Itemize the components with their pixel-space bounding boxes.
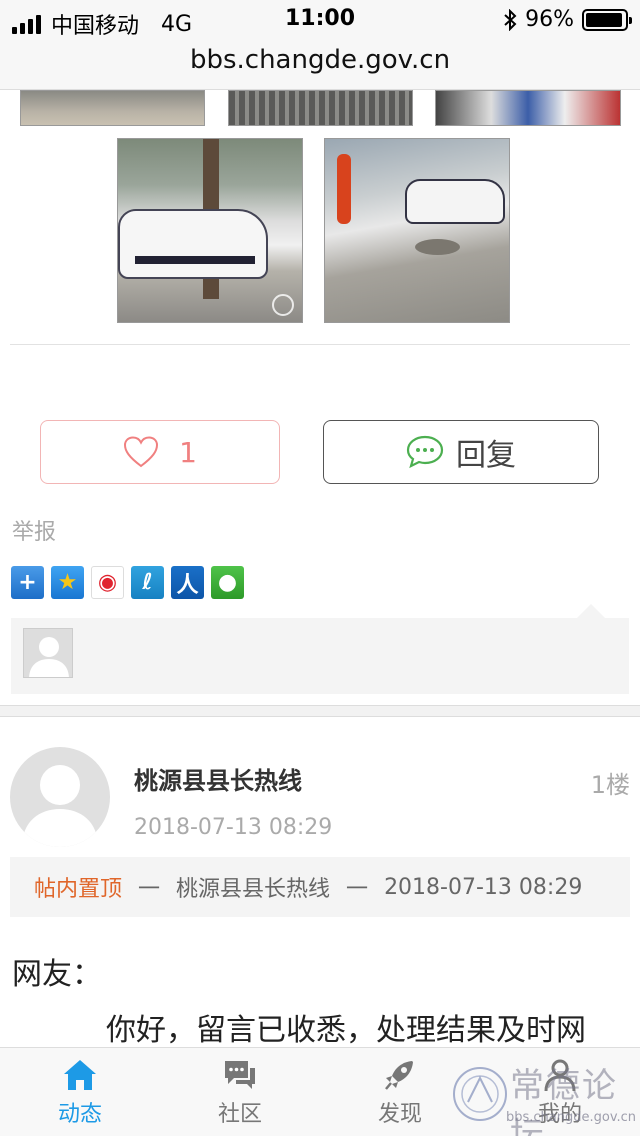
pin-separator: 一 xyxy=(346,877,369,902)
weibo-icon[interactable]: ◉ xyxy=(91,566,124,599)
heart-icon xyxy=(124,436,159,468)
like-button[interactable]: 1 xyxy=(40,420,280,484)
pin-separator: 一 xyxy=(138,877,161,902)
bluetooth-icon xyxy=(504,8,517,31)
renren-icon[interactable]: 人 xyxy=(171,566,204,599)
page: 中国移动 4G 11:00 96% bbs.changde.gov.cn 1 回… xyxy=(0,0,640,1136)
reply-author[interactable]: 桃源县县长热线 xyxy=(134,761,302,796)
url-text[interactable]: bbs.changde.gov.cn xyxy=(190,45,450,75)
post-image[interactable] xyxy=(324,138,510,323)
avatar[interactable] xyxy=(10,747,110,847)
user-silhouette-icon xyxy=(29,637,69,677)
tab-discover[interactable]: 发现 xyxy=(360,1058,440,1128)
pin-bar: 帖内置顶 一 桃源县县长热线 一 2018-07-13 08:29 xyxy=(10,857,630,917)
comment-arrow xyxy=(577,604,605,618)
battery-icon xyxy=(582,8,632,31)
image-detail xyxy=(337,154,351,224)
reply-greeting: 网友： xyxy=(12,957,102,992)
tab-label: 社区 xyxy=(217,1102,262,1127)
pin-date: 2018-07-13 08:29 xyxy=(384,874,583,900)
image-grid xyxy=(20,90,621,323)
wechat-icon[interactable]: ● xyxy=(211,566,244,599)
post-image[interactable] xyxy=(20,90,205,126)
chat-bubble-icon xyxy=(406,435,444,469)
reply-label: 回复 xyxy=(456,438,516,473)
avatar xyxy=(23,628,73,678)
plus-icon[interactable]: + xyxy=(11,566,44,599)
forum-watermark-url: bbs.changde.gov.cn xyxy=(506,1110,637,1125)
url-bar[interactable]: bbs.changde.gov.cn xyxy=(0,40,640,90)
like-count: 1 xyxy=(179,435,197,469)
divider xyxy=(10,344,630,345)
chat-bubbles-icon xyxy=(225,1061,255,1089)
image-detail xyxy=(415,239,460,255)
status-right: 96% xyxy=(503,7,632,32)
comment-box[interactable] xyxy=(11,604,629,694)
qzone-icon[interactable]: ★ xyxy=(51,566,84,599)
reply-card: 桃源县县长热线 1楼 2018-07-13 08:29 帖内置顶 一 桃源县县长… xyxy=(0,716,640,1056)
rocket-icon xyxy=(385,1061,413,1090)
status-bar: 中国移动 4G 11:00 96% xyxy=(0,0,640,40)
post-image[interactable] xyxy=(435,90,621,126)
tab-community[interactable]: 社区 xyxy=(200,1058,280,1128)
post-image[interactable] xyxy=(228,90,413,126)
battery-percent: 96% xyxy=(525,7,574,32)
post-image[interactable] xyxy=(117,138,303,323)
battery-fill xyxy=(586,12,623,27)
floor-number: 1楼 xyxy=(590,771,630,799)
tab-label: 动态 xyxy=(57,1102,102,1127)
user-silhouette-icon xyxy=(22,765,98,847)
post-card: 1 回复 举报 + ★ ◉ ℓ 人 ● xyxy=(0,90,640,706)
tab-label: 发现 xyxy=(377,1102,422,1127)
image-watermark-icon xyxy=(272,294,294,316)
reply-body: 你好，留言已收悉，处理结果及时网 xyxy=(106,1013,586,1048)
share-bar: + ★ ◉ ℓ 人 ● xyxy=(11,566,244,599)
tab-dynamic[interactable]: 动态 xyxy=(40,1058,120,1128)
image-detail xyxy=(405,179,505,224)
pin-author: 桃源县县长热线 xyxy=(176,877,331,902)
tencent-weibo-icon[interactable]: ℓ xyxy=(131,566,164,599)
reply-date: 2018-07-13 08:29 xyxy=(134,815,333,840)
pin-label: 帖内置顶 xyxy=(34,877,123,902)
report-link[interactable]: 举报 xyxy=(12,514,56,546)
reply-button[interactable]: 回复 xyxy=(323,420,599,484)
home-icon xyxy=(64,1060,96,1090)
image-detail xyxy=(118,209,268,279)
